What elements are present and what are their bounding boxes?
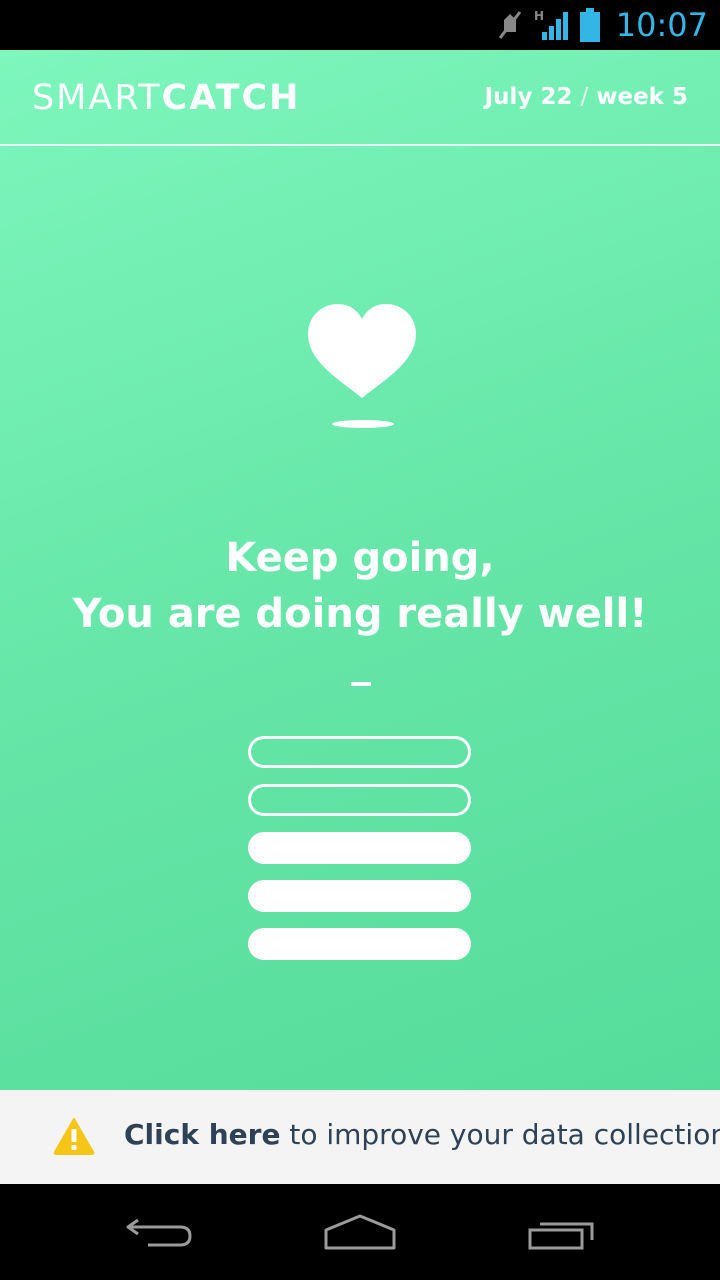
logo-light: SMART [32,78,162,118]
progress-bar-empty [248,784,471,816]
signal-h-icon: H [534,9,568,40]
status-bar: H 10:07 [0,0,720,50]
logo-bold: CATCH [161,78,301,118]
home-icon[interactable] [322,1210,398,1254]
recents-icon[interactable] [526,1210,598,1254]
date-text: July 22 [484,84,573,110]
progress-bar-filled [248,880,471,912]
message-line-1: Keep going, [225,535,495,581]
svg-text:H: H [534,9,544,23]
message-line-2: You are doing really well! [72,591,648,637]
progress-stack [248,736,471,976]
progress-bar-filled [248,928,471,960]
progress-bar-empty [248,736,471,768]
clock: 10:07 [615,6,708,44]
navigation-bar [0,1184,720,1280]
banner-text[interactable]: Click here to improve your data collecti… [124,1118,720,1151]
app-header: SMARTCATCH July 22 / week 5 [0,50,720,146]
progress-bar-filled [248,832,471,864]
battery-icon [579,8,600,42]
divider-dash [351,682,371,686]
banner-link[interactable]: Click here [124,1118,280,1151]
app-screen: SMARTCATCH July 22 / week 5 Keep going, … [0,50,720,1090]
heart-icon [300,300,424,430]
back-icon[interactable] [124,1210,196,1254]
warning-icon [53,1118,95,1155]
date-week-label: July 22 / week 5 [485,84,688,110]
mute-icon [498,11,521,39]
app-logo: SMARTCATCH [32,78,300,118]
banner-rest-text: to improve your data collection [280,1118,720,1151]
encouragement-message: Keep going, You are doing really well! [0,530,720,642]
date-separator: / [580,84,589,110]
week-text: week 5 [596,84,688,110]
